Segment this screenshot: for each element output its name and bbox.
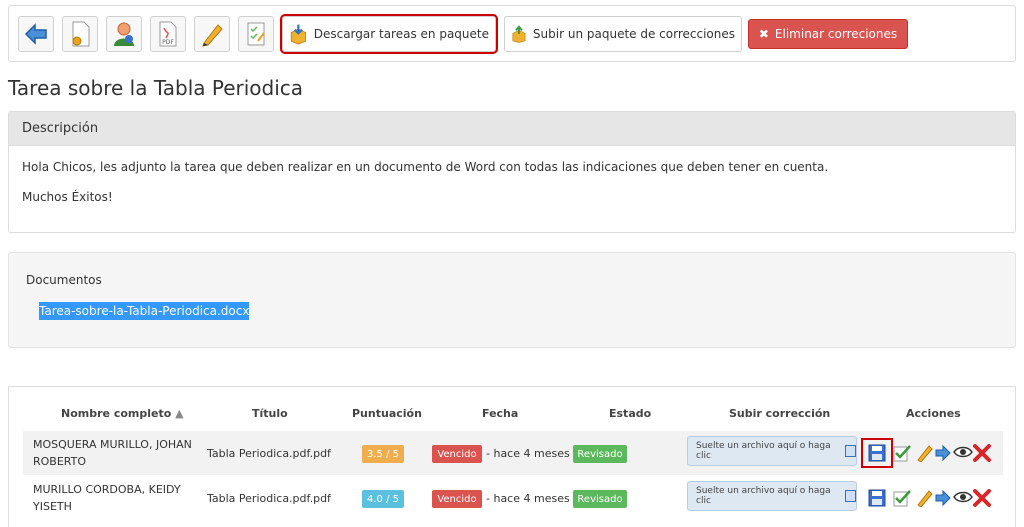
- delete-row-button[interactable]: [973, 489, 991, 507]
- file-icon: [844, 445, 856, 457]
- submission-title[interactable]: Tabla Periodica.pdf.pdf: [207, 492, 331, 505]
- header-title: Título: [252, 407, 288, 420]
- header-name[interactable]: Nombre completo ▲: [61, 407, 184, 420]
- save-correction-button[interactable]: [868, 489, 886, 507]
- table-row: MOSQUERA MURILLO, JOHAN ROBERTO Tabla Pe…: [23, 431, 1003, 475]
- description-panel: Descripción Hola Chicos, les adjunto la …: [8, 111, 1016, 233]
- svg-text:PDF: PDF: [162, 39, 174, 46]
- student-name-line-2: YISETH: [33, 500, 72, 513]
- approve-button[interactable]: [893, 444, 911, 462]
- back-arrow-icon: [24, 23, 47, 45]
- upload-package-label: Subir un paquete de correcciones: [532, 27, 735, 41]
- score-badge: 4.0 / 5: [362, 490, 404, 508]
- user-button[interactable]: [106, 16, 142, 52]
- score-badge: 3.5 / 5: [362, 445, 404, 463]
- delete-row-button[interactable]: [973, 444, 991, 462]
- delete-corrections-button[interactable]: ✖ Eliminar correciones: [748, 19, 908, 49]
- pdf-button[interactable]: PDF: [150, 16, 186, 52]
- view-button[interactable]: [953, 490, 973, 504]
- student-name: MOSQUERA MURILLO, JOHAN ROBERTO: [33, 436, 192, 470]
- dropzone-text: Suelte un archivo aquí o haga clic: [696, 486, 831, 506]
- pencil-icon: [202, 24, 223, 47]
- submissions-table: Nombre completo ▲ Título Puntuación Fech…: [8, 386, 1016, 527]
- document-link[interactable]: Tarea-sobre-la-Tabla-Periodica.docx: [39, 302, 250, 320]
- delete-corrections-label: Eliminar correciones: [774, 27, 898, 41]
- header-upload: Subir corrección: [729, 407, 831, 420]
- settings-document-button[interactable]: [62, 16, 98, 52]
- description-heading: Descripción: [9, 112, 1015, 146]
- forward-button[interactable]: [934, 444, 952, 462]
- table-row: MURILLO CORDOBA, KEIDY YISETH Tabla Peri…: [23, 476, 1003, 520]
- checklist-icon: [247, 22, 265, 46]
- description-line-1: Hola Chicos, les adjunto la tarea que de…: [22, 160, 829, 174]
- state-badge: Revisado: [573, 445, 627, 463]
- edit-button[interactable]: [194, 16, 230, 52]
- back-button[interactable]: [18, 16, 54, 52]
- submission-age: - hace 4 meses: [486, 492, 570, 505]
- submission-title[interactable]: Tabla Periodica.pdf.pdf: [207, 447, 331, 460]
- state-badge: Revisado: [573, 490, 627, 508]
- dropzone-text: Suelte un archivo aquí o haga clic: [696, 441, 831, 461]
- due-badge: Vencido: [432, 445, 482, 463]
- approve-button[interactable]: [893, 489, 911, 507]
- upload-package-button[interactable]: Subir un paquete de correcciones: [504, 16, 742, 52]
- correction-dropzone[interactable]: Suelte un archivo aquí o haga clic: [687, 436, 857, 466]
- documents-label: Documentos: [26, 273, 102, 287]
- edit-row-button[interactable]: [916, 489, 933, 507]
- eye-icon: [953, 446, 973, 458]
- check-icon: [893, 490, 911, 507]
- header-actions: Acciones: [906, 407, 961, 420]
- pdf-icon: PDF: [159, 21, 177, 47]
- header-date: Fecha: [482, 407, 519, 420]
- user-icon: [114, 22, 134, 46]
- student-name: MURILLO CORDOBA, KEIDY YISETH: [33, 481, 181, 515]
- close-icon: ✖: [758, 27, 769, 41]
- student-name-line-2: ROBERTO: [33, 455, 87, 468]
- sort-icon: ▲: [175, 407, 184, 420]
- check-icon: [893, 445, 911, 462]
- eye-icon: [953, 491, 973, 503]
- checklist-button[interactable]: [238, 16, 274, 52]
- edit-icon: [917, 490, 933, 507]
- documents-panel: Documentos Tarea-sobre-la-Tabla-Periodic…: [8, 252, 1016, 348]
- edit-row-button[interactable]: [916, 444, 933, 462]
- save-icon: [868, 489, 886, 507]
- view-button[interactable]: [953, 445, 973, 459]
- upload-package-icon: [512, 25, 526, 43]
- due-badge: Vencido: [432, 490, 482, 508]
- header-state: Estado: [609, 407, 652, 420]
- settings-document-icon: [72, 21, 90, 47]
- header-score: Puntuación: [352, 407, 422, 420]
- save-correction-button[interactable]: [861, 438, 893, 468]
- download-package-button[interactable]: Descargar tareas en paquete: [280, 14, 498, 54]
- student-name-line-1: MOSQUERA MURILLO, JOHAN: [33, 438, 192, 451]
- header-name-label: Nombre completo: [61, 407, 172, 420]
- delete-icon: [973, 489, 991, 507]
- save-icon: [868, 444, 886, 462]
- correction-dropzone[interactable]: Suelte un archivo aquí o haga clic: [687, 481, 857, 511]
- edit-icon: [917, 445, 933, 462]
- forward-icon: [935, 444, 951, 462]
- submission-age: - hace 4 meses: [486, 447, 570, 460]
- forward-button[interactable]: [934, 489, 952, 507]
- download-package-icon: [290, 24, 306, 45]
- file-icon: [844, 490, 856, 502]
- toolbar: PDF Descargar tareas en paquete Subir un…: [8, 5, 1016, 62]
- page-title: Tarea sobre la Tabla Periodica: [8, 76, 304, 100]
- delete-icon: [973, 444, 991, 462]
- forward-icon: [935, 489, 951, 507]
- description-line-2: Muchos Éxitos!: [22, 190, 113, 204]
- download-package-label: Descargar tareas en paquete: [313, 27, 489, 41]
- description-body: Hola Chicos, les adjunto la tarea que de…: [9, 146, 1015, 234]
- student-name-line-1: MURILLO CORDOBA, KEIDY: [33, 483, 181, 496]
